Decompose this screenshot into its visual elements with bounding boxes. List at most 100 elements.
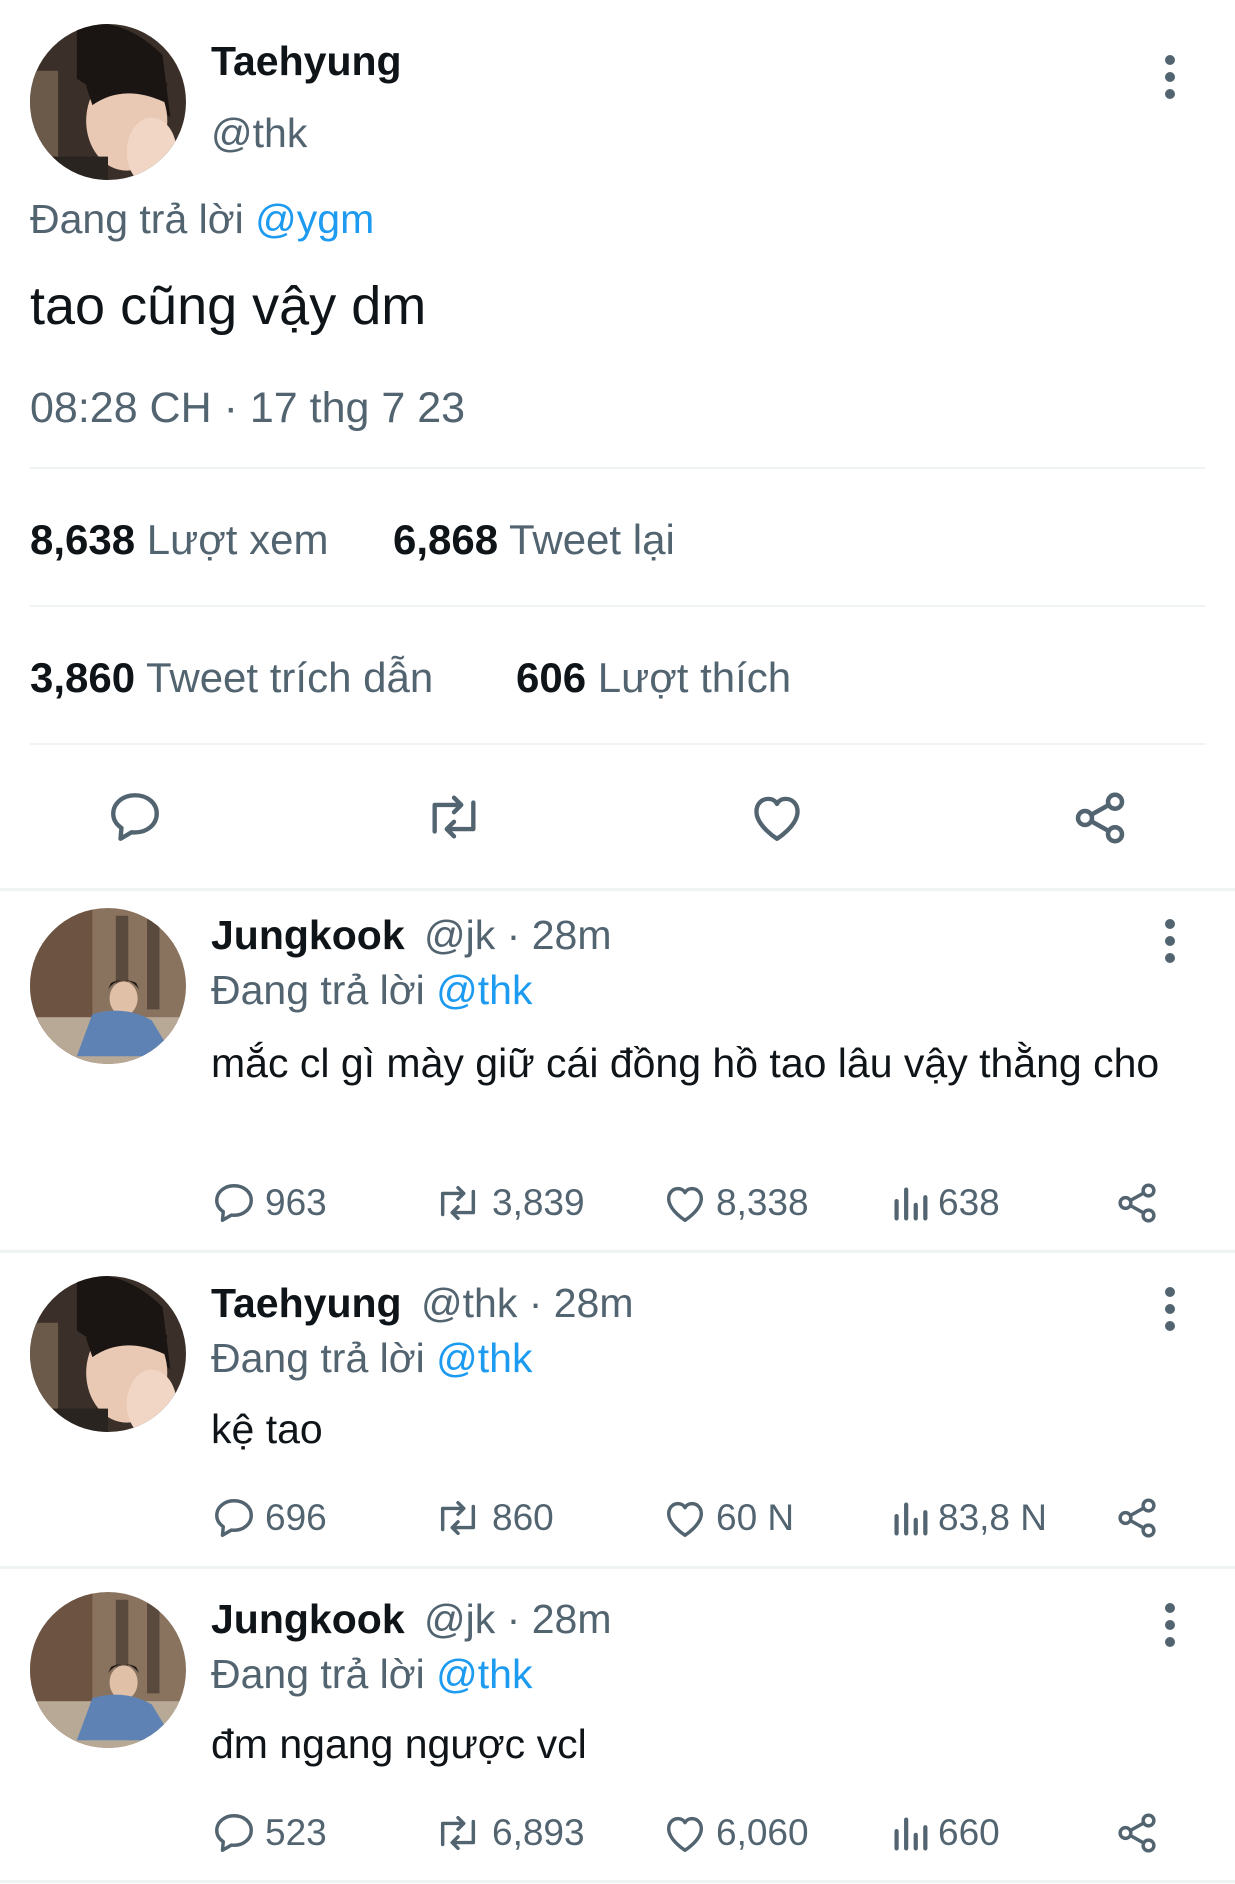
retweet-count[interactable]: 3,839 (432, 1180, 585, 1226)
retweet-icon[interactable] (422, 788, 486, 846)
views-label: Lượt xem (146, 516, 329, 563)
replying-prefix: Đang trả lời (30, 196, 244, 242)
tweet-text: tao cũng vậy dm (30, 276, 427, 336)
share-icon[interactable] (1070, 788, 1130, 848)
divider (30, 467, 1205, 469)
like-count-value: 6,060 (716, 1812, 809, 1853)
replying-to-link[interactable]: @thk (436, 1335, 532, 1381)
reply-header: Jungkook @jk · 28m (211, 1596, 611, 1643)
views-stat[interactable]: 8,638 Lượt xem (30, 516, 328, 564)
divider (30, 743, 1205, 745)
more-options-icon[interactable] (1164, 54, 1176, 100)
replying-prefix: Đang trả lời (211, 1335, 425, 1381)
views-icon (894, 1502, 928, 1536)
quotes-count: 3,860 (30, 654, 136, 701)
likes-label: Lượt thích (597, 654, 792, 701)
like-icon (666, 1816, 704, 1852)
tweet-text: đm ngang ngược vcl (211, 1721, 587, 1767)
retweets-count: 6,868 (393, 516, 499, 563)
views-icon (894, 1187, 928, 1221)
retweets-stat[interactable]: 6,868 Tweet lại (393, 516, 675, 564)
share-icon[interactable] (1114, 1810, 1160, 1856)
quotes-stat[interactable]: 3,860 Tweet trích dẫn (30, 654, 433, 702)
replying-prefix: Đang trả lời (211, 967, 425, 1013)
handle-time[interactable]: @jk · 28m (424, 912, 611, 958)
view-count-value: 660 (938, 1812, 1000, 1853)
like-count-value: 60 N (716, 1497, 795, 1538)
more-options-icon[interactable] (1164, 1286, 1176, 1332)
likes-stat[interactable]: 606 Lượt thích (516, 654, 791, 702)
like-icon (666, 1501, 704, 1537)
like-icon[interactable] (748, 788, 806, 846)
like-count-value: 8,338 (716, 1182, 809, 1223)
display-name[interactable]: Jungkook (211, 1596, 405, 1642)
reply-count-value: 523 (265, 1812, 327, 1853)
like-count[interactable]: 60 N (662, 1495, 794, 1541)
avatar-image (30, 1276, 186, 1432)
retweet-icon (440, 1500, 476, 1536)
retweets-label: Tweet lại (509, 516, 675, 563)
reply-icon (215, 1184, 253, 1222)
section-separator (0, 1880, 1235, 1883)
replying-to-link[interactable]: @ygm (255, 196, 374, 242)
like-icon (666, 1186, 704, 1222)
retweet-icon (440, 1815, 476, 1851)
view-count-value: 83,8 N (938, 1497, 1048, 1538)
section-separator (0, 1566, 1235, 1569)
retweet-count[interactable]: 6,893 (432, 1810, 585, 1856)
retweet-icon (440, 1185, 476, 1221)
display-name[interactable]: Jungkook (211, 912, 405, 958)
reply-icon[interactable] (106, 788, 164, 846)
section-separator (0, 1250, 1235, 1253)
reply-icon (215, 1499, 253, 1537)
more-options-icon[interactable] (1164, 1602, 1176, 1648)
display-name[interactable]: Taehyung (211, 1280, 402, 1326)
avatar-jungkook[interactable] (30, 1592, 186, 1748)
views-count: 8,638 (30, 516, 136, 563)
user-handle[interactable]: @thk (211, 110, 307, 157)
reply-header: Jungkook @jk · 28m (211, 912, 611, 959)
avatar-jungkook[interactable] (30, 908, 186, 1064)
replying-to: Đang trả lời @thk (211, 1335, 532, 1382)
tweet-timestamp[interactable]: 08:28 CH · 17 thg 7 23 (30, 384, 465, 433)
replying-to: Đang trả lời @thk (211, 1651, 532, 1698)
view-count[interactable]: 83,8 N (890, 1495, 1047, 1541)
retweet-count-value: 3,839 (492, 1182, 585, 1223)
avatar-image (30, 24, 186, 180)
replying-prefix: Đang trả lời (211, 1651, 425, 1697)
handle-time[interactable]: @jk · 28m (424, 1596, 611, 1642)
replying-to-link[interactable]: @thk (436, 1651, 532, 1697)
retweet-count-value: 6,893 (492, 1812, 585, 1853)
reply-count[interactable]: 523 (211, 1810, 327, 1856)
section-separator (0, 888, 1235, 891)
reply-count[interactable]: 963 (211, 1180, 327, 1226)
reply-count[interactable]: 696 (211, 1495, 327, 1541)
replying-to: Đang trả lời @thk (211, 967, 532, 1014)
view-count[interactable]: 638 (890, 1180, 1000, 1226)
retweet-count[interactable]: 860 (432, 1495, 554, 1541)
reply-header: Taehyung @thk · 28m (211, 1280, 634, 1327)
handle-time[interactable]: @thk · 28m (421, 1280, 634, 1326)
replying-to: Đang trả lời @ygm (30, 196, 374, 243)
likes-count: 606 (516, 654, 587, 701)
reply-count-value: 963 (265, 1182, 327, 1223)
reply-icon (215, 1814, 253, 1852)
display-name[interactable]: Taehyung (211, 38, 402, 85)
avatar-image (30, 908, 186, 1064)
avatar-taehyung[interactable] (30, 24, 186, 180)
quotes-label: Tweet trích dẫn (146, 654, 434, 701)
share-icon[interactable] (1114, 1180, 1160, 1226)
share-icon[interactable] (1114, 1495, 1160, 1541)
avatar-taehyung[interactable] (30, 1276, 186, 1432)
tweet-text: kệ tao (211, 1406, 323, 1452)
tweet-text: mắc cl gì mày giữ cái đồng hồ tao lâu vậ… (211, 1040, 1160, 1086)
view-count[interactable]: 660 (890, 1810, 1000, 1856)
like-count[interactable]: 6,060 (662, 1810, 809, 1856)
view-count-value: 638 (938, 1182, 1000, 1223)
retweet-count-value: 860 (492, 1497, 554, 1538)
avatar-image (30, 1592, 186, 1748)
divider (30, 605, 1205, 607)
more-options-icon[interactable] (1164, 918, 1176, 964)
like-count[interactable]: 8,338 (662, 1180, 809, 1226)
replying-to-link[interactable]: @thk (436, 967, 532, 1013)
